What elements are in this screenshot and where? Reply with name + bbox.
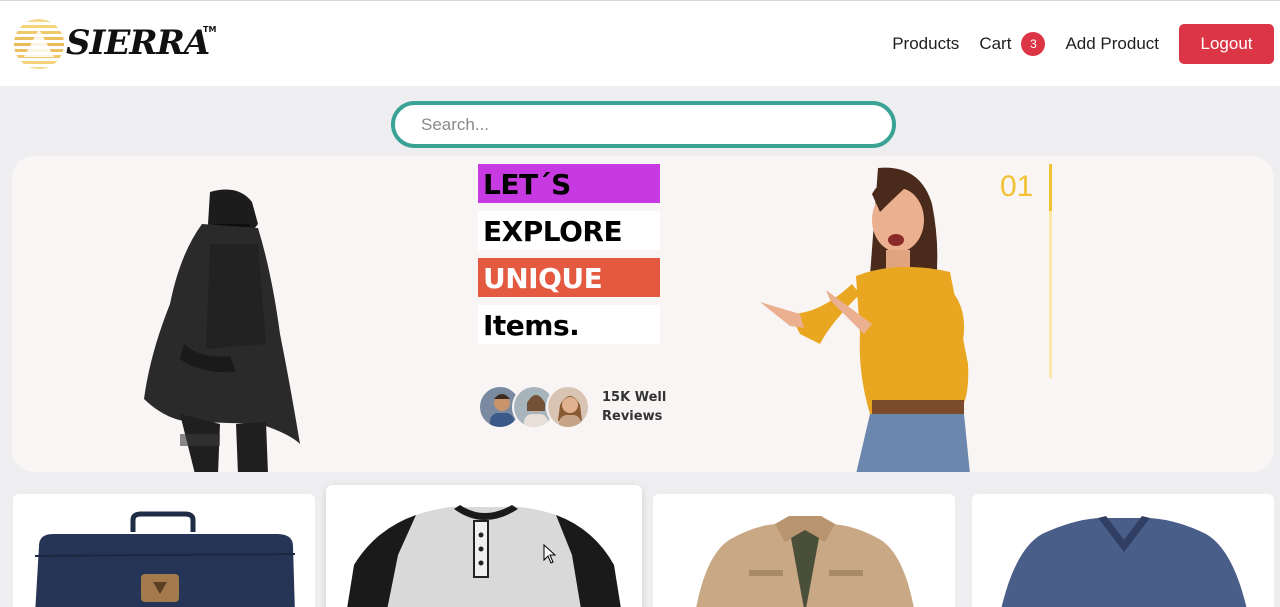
top-navbar: SIERRA TM Products Cart 3 Add Product Lo…	[0, 0, 1280, 86]
logout-button[interactable]: Logout	[1179, 24, 1274, 64]
nav-cart-link[interactable]: Cart 3	[979, 32, 1046, 56]
slide-number: 01	[1000, 170, 1034, 203]
khaki-jacket-image	[696, 516, 914, 607]
hero-word-lets: LET´S	[478, 164, 660, 203]
reviews-text: 15K Well Reviews	[602, 388, 682, 426]
nav-products-link[interactable]: Products	[892, 34, 959, 54]
henley-shirt-image	[347, 505, 621, 607]
reviews-line-1: 15K Well	[602, 390, 667, 405]
sun-logo-icon	[14, 19, 64, 69]
brand-logo[interactable]: SIERRA TM	[12, 17, 217, 71]
hooded-model-image	[144, 189, 300, 472]
nav-cart-label: Cart	[979, 34, 1012, 53]
search-box	[391, 101, 896, 148]
slide-progress-bar	[1049, 164, 1052, 378]
hero-word-explore: EXPLORE	[478, 211, 660, 250]
nav-add-product-link[interactable]: Add Product	[1065, 34, 1159, 54]
hero-word-items: Items.	[478, 305, 660, 344]
product-card[interactable]	[326, 485, 642, 607]
brand-name: SIERRA	[66, 23, 210, 63]
avatar	[546, 385, 590, 429]
hero-word-unique: UNIQUE	[478, 258, 660, 297]
blue-sweater-image	[1001, 516, 1247, 607]
trademark-mark: TM	[203, 25, 217, 34]
product-card[interactable]	[13, 494, 315, 607]
reviewer-avatars	[478, 385, 590, 429]
main-nav: Products Cart 3 Add Product Logout	[892, 24, 1274, 64]
search-input[interactable]	[395, 105, 892, 144]
product-card[interactable]	[653, 494, 955, 607]
backpack-image	[34, 511, 296, 607]
cart-count-badge: 3	[1021, 32, 1046, 56]
product-card[interactable]	[972, 494, 1274, 607]
mouse-cursor-icon	[543, 544, 557, 564]
reviews-line-2: Reviews	[602, 409, 663, 424]
pointing-woman-image	[760, 167, 970, 472]
hero-banner: LET´S EXPLORE UNIQUE Items. 15K Well Rev…	[12, 156, 1274, 472]
